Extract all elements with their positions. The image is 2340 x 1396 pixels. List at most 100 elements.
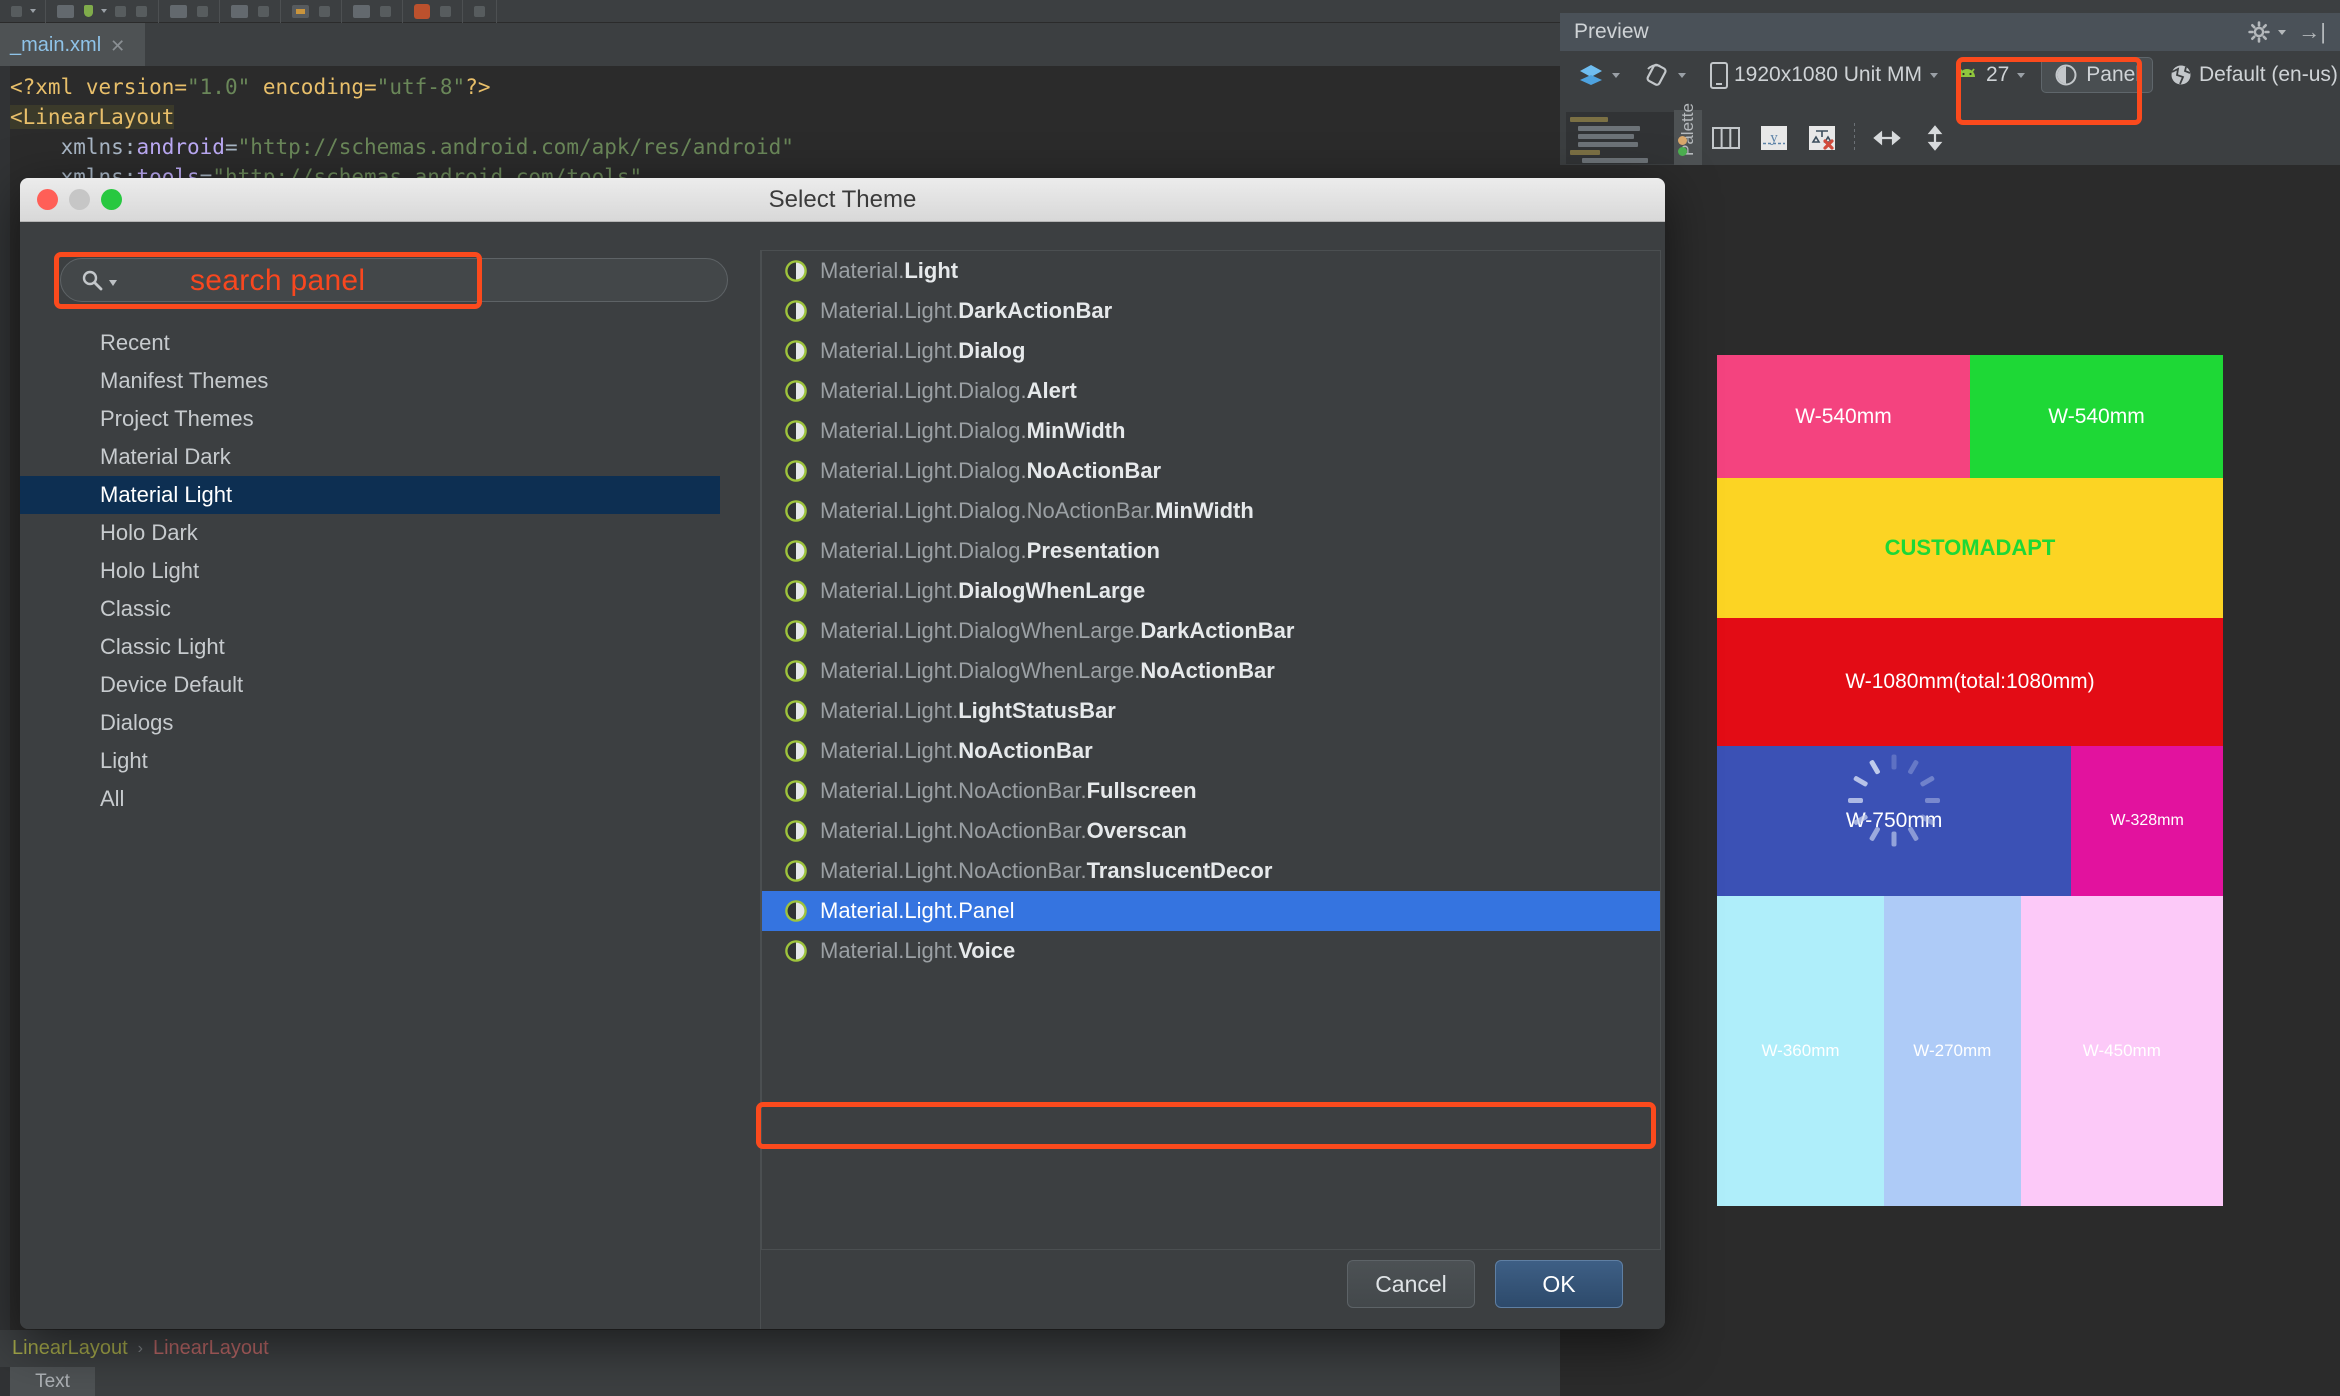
clear-constraints-button[interactable] [1798,115,1846,161]
category-label: Device Default [100,672,243,698]
theme-list-item[interactable]: Material.Light.Dialog [762,331,1660,371]
category-item-holo-light[interactable]: Holo Light [20,552,720,590]
locale-selector[interactable]: Default (en-us) [2161,56,2340,94]
toolbar-group-sdk[interactable] [220,0,281,23]
layers-button[interactable] [1570,56,1628,94]
theme-list-item[interactable]: Material.Light.Dialog.MinWidth [762,411,1660,451]
preview-header: Preview →| [1560,13,2340,51]
help-icon[interactable] [440,6,451,17]
search-input[interactable] [60,258,728,302]
orientation-button[interactable] [1636,56,1694,94]
chevron-down-icon[interactable] [1678,73,1686,78]
category-item-dialogs[interactable]: Dialogs [20,704,720,742]
theme-category-list[interactable]: RecentManifest ThemesProject ThemesMater… [20,324,720,818]
theme-list-item[interactable]: Material.Light.NoActionBar.TranslucentDe… [762,851,1660,891]
chevron-down-icon[interactable] [1612,73,1620,78]
toolbar-group-1[interactable] [0,0,46,23]
category-item-material-light[interactable]: Material Light [20,476,720,514]
toolbar-group-sync[interactable] [159,0,220,23]
theme-list-item[interactable]: Material.Light.NoActionBar [762,731,1660,771]
update-icon[interactable] [380,6,391,17]
avd-icon[interactable] [197,6,208,17]
profile-icon[interactable] [136,6,147,17]
theme-list-item[interactable]: Material.Light.DialogWhenLarge.NoActionB… [762,651,1660,691]
theme-list-item[interactable]: Material.Light.LightStatusBar [762,691,1660,731]
settings-icon[interactable] [474,6,485,17]
search-everywhere-icon[interactable] [414,4,430,19]
category-item-light[interactable]: Light [20,742,720,780]
theme-list-item[interactable]: Material.Light.Panel [762,891,1660,931]
baseline-button[interactable]: y [1750,115,1798,161]
api-selector[interactable]: 27 [1946,56,2033,94]
theme-list-item[interactable]: Material.Light.Voice [762,931,1660,971]
category-item-all[interactable]: All [20,780,720,818]
theme-list-item[interactable]: Material.Light.NoActionBar.Overscan [762,811,1660,851]
chevron-down-icon[interactable] [2017,73,2025,78]
component-tree-thumbnail [1566,112,1674,164]
category-item-classic-light[interactable]: Classic Light [20,628,720,666]
breadcrumb-item-2[interactable]: LinearLayout [153,1337,269,1360]
category-item-recent[interactable]: Recent [20,324,720,362]
search-options-caret-icon[interactable] [109,280,117,286]
editor-gutter [0,66,10,1330]
theme-list-item[interactable]: Material.Light.Dialog.Alert [762,371,1660,411]
sync-icon[interactable] [170,5,187,18]
chevron-down-icon[interactable] [101,9,107,13]
category-label: Classic Light [100,634,225,660]
theme-list-item[interactable]: Material.Light.Dialog.NoActionBar.MinWid… [762,491,1660,531]
category-item-classic[interactable]: Classic [20,590,720,628]
sdk-manager-icon[interactable] [231,5,248,18]
gradle-icon[interactable] [319,6,330,17]
toolbar-group-layout[interactable] [281,0,342,23]
theme-name-label: Material.Light.LightStatusBar [820,698,1116,724]
layout-render-surface[interactable]: W-540mmW-540mmCUSTOMADAPTW-1080mm(total:… [1560,165,2340,1396]
device-selector[interactable]: 1920x1080 Unit MM [1702,56,1946,94]
render-cell-label: W-540mm [1795,405,1891,429]
chevron-down-icon[interactable] [1930,73,1938,78]
expand-vertical-button[interactable] [1911,115,1959,161]
columns-button[interactable] [1702,115,1750,161]
run-icon[interactable] [84,5,93,17]
theme-list-item[interactable]: Material.Light.DialogWhenLarge.DarkActio… [762,611,1660,651]
layout-inspector-icon[interactable] [292,5,309,18]
theme-list-item[interactable]: Material.Light.DarkActionBar [762,291,1660,331]
expand-horizontal-button[interactable] [1863,115,1911,161]
theme-list-item[interactable]: Material.Light [762,251,1660,291]
category-item-material-dark[interactable]: Material Dark [20,438,720,476]
theme-list-item[interactable]: Material.Light.NoActionBar.Fullscreen [762,771,1660,811]
debug-icon[interactable] [115,6,126,17]
theme-list[interactable]: Material.LightMaterial.Light.DarkActionB… [761,250,1661,1250]
device-manager-icon[interactable] [258,6,269,17]
category-item-project-themes[interactable]: Project Themes [20,400,720,438]
chevron-down-icon[interactable] [30,9,36,13]
dialog-body: search panel RecentManifest ThemesProjec… [20,222,1665,1329]
gear-icon[interactable] [2248,21,2270,43]
ok-button[interactable]: OK [1495,1260,1623,1308]
editor-mode-tab-text[interactable]: Text [10,1367,95,1396]
locale-label: Default (en-us) [2199,63,2338,87]
collapse-panel-icon[interactable]: →| [2298,21,2326,43]
module-icon[interactable] [57,5,74,18]
theme-list-item[interactable]: Material.Light.DialogWhenLarge [762,571,1660,611]
palette-tab[interactable]: Palette [1674,110,1702,165]
toolbar-group-search[interactable] [403,0,463,23]
editor-tab-main-xml[interactable]: _main.xml ✕ [0,23,145,71]
theme-selector-button[interactable]: Panel [2041,57,2153,93]
theme-list-item[interactable]: Material.Light.Dialog.Presentation [762,531,1660,571]
category-item-holo-dark[interactable]: Holo Dark [20,514,720,552]
toolbar-group-vcs[interactable] [342,0,403,23]
cancel-button[interactable]: Cancel [1347,1260,1475,1308]
render-cell: W-540mm [1970,355,2223,478]
category-item-device-default[interactable]: Device Default [20,666,720,704]
render-cell: W-540mm [1717,355,1970,478]
category-label: Classic [100,596,171,622]
chevron-down-icon[interactable] [2278,30,2286,35]
toolbar-icon-generic[interactable] [11,6,22,17]
toolbar-group-misc[interactable] [463,0,497,23]
close-icon[interactable]: ✕ [110,37,125,55]
toolbar-group-run[interactable] [46,0,159,23]
category-item-manifest-themes[interactable]: Manifest Themes [20,362,720,400]
theme-list-item[interactable]: Material.Light.Dialog.NoActionBar [762,451,1660,491]
breadcrumb-item-1[interactable]: LinearLayout [12,1337,128,1360]
vcs-icon[interactable] [353,5,370,18]
